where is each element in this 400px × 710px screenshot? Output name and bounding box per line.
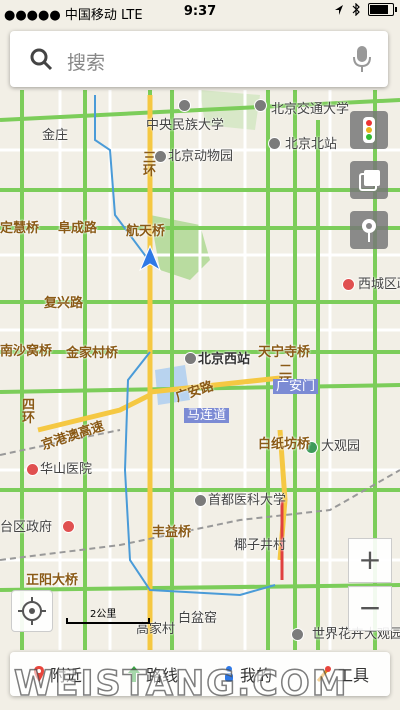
map-label: 马连道 (184, 408, 230, 423)
zoom-out-button[interactable]: − (348, 586, 392, 631)
bluetooth-icon (352, 3, 360, 16)
map-label: 复兴路 (44, 296, 84, 311)
map-label: 广安门 (273, 379, 319, 394)
map-label: 北京西站 (198, 352, 251, 367)
traffic-toggle-button[interactable] (350, 111, 388, 149)
map-label: 椰子井村 (234, 538, 287, 553)
poi-marker[interactable] (178, 99, 191, 112)
map-label: 北京动物园 (168, 149, 234, 164)
map-label: 北京北站 (285, 137, 338, 152)
map-label: 北京交通大学 (271, 102, 350, 117)
map-label: 航天桥 (126, 224, 166, 239)
map-label: 西城区政 (358, 277, 400, 292)
poi-marker[interactable] (62, 520, 75, 533)
battery-icon (368, 3, 397, 16)
status-icons (334, 3, 397, 16)
map-label: 天宁寺桥 (258, 345, 311, 360)
map-label: 正阳大桥 (26, 573, 79, 588)
search-icon (30, 48, 53, 71)
traffic-light-icon (363, 117, 375, 143)
map-label: 定慧桥 (0, 221, 40, 236)
poi-marker[interactable] (254, 99, 267, 112)
map-label: 金家村桥 (66, 346, 119, 361)
map-label: 三环 (143, 151, 157, 179)
poi-marker[interactable] (194, 494, 207, 507)
pin-button[interactable] (350, 211, 388, 249)
map-view[interactable]: 北京交通大学 丰台 中央民族大学 金庄 北京动物园 北京北站 三环 定慧桥 阜成… (0, 0, 400, 710)
map-label: 白盆窑 (178, 611, 218, 626)
map-label: 南沙窝桥 (0, 344, 53, 359)
map-label: 阜成路 (58, 221, 98, 236)
map-label: 四环 (22, 398, 36, 426)
search-bar[interactable]: 搜索 (10, 31, 388, 87)
zoom-in-button[interactable]: + (348, 538, 392, 583)
crosshair-icon (18, 597, 46, 625)
map-scale: 2公里 (66, 608, 150, 624)
poi-marker[interactable] (291, 628, 304, 641)
watermark: WEISTANG.COM (13, 663, 349, 705)
poi-marker[interactable] (268, 137, 281, 150)
locate-me-button[interactable] (11, 590, 53, 632)
map-label: 华山医院 (40, 462, 93, 477)
poi-marker[interactable] (184, 352, 197, 365)
status-bar: ●●●●● 中国移动 LTE 9:37 (0, 0, 400, 24)
map-label: 首都医科大学 (208, 493, 287, 508)
map-pin-icon (362, 219, 376, 242)
layers-icon (359, 170, 380, 191)
map-label: 中央民族大学 (146, 118, 225, 133)
search-input[interactable]: 搜索 (67, 48, 105, 75)
location-services-icon (335, 4, 343, 15)
poi-marker[interactable] (342, 278, 355, 291)
map-label: 金庄 (42, 128, 69, 143)
map-label: 高家村 (136, 622, 176, 637)
map-label: 丰益桥 (152, 525, 192, 540)
map-label: 白纸坊桥 (258, 437, 311, 452)
microphone-icon[interactable] (353, 45, 371, 73)
map-label: 大观园 (321, 439, 361, 454)
scale-bar (66, 618, 150, 624)
map-label: 台区政府 (0, 520, 53, 535)
layers-button[interactable] (350, 161, 388, 199)
poi-marker[interactable] (26, 463, 39, 476)
